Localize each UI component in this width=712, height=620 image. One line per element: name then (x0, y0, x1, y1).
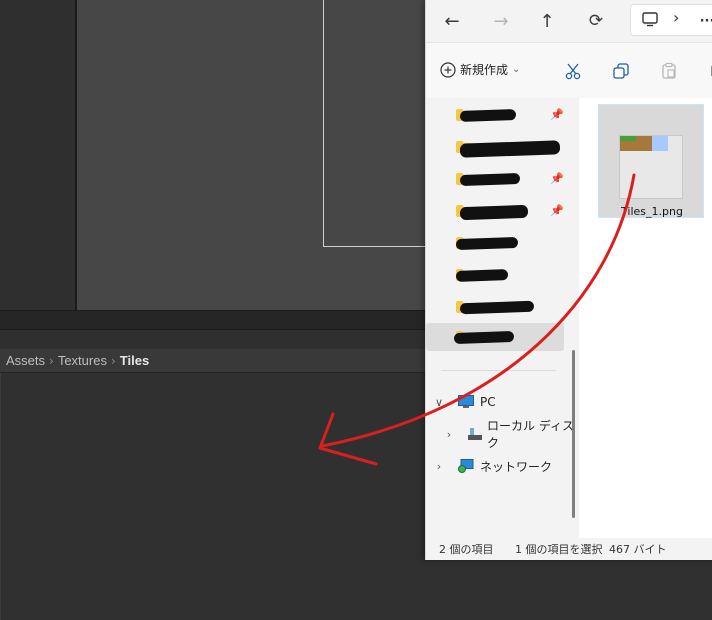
redaction-mark (453, 330, 515, 345)
more-icon[interactable]: ··· (692, 6, 712, 36)
back-arrow-icon[interactable]: ← (437, 6, 467, 36)
chevron-right-icon[interactable]: › (444, 428, 454, 441)
redaction-mark (459, 300, 535, 315)
new-plus-icon (440, 61, 456, 78)
redaction-mark (455, 269, 509, 282)
status-item-count: 2 個の項目 (439, 543, 494, 556)
tree-label-local-disk: ローカル ディスク (487, 419, 574, 450)
unity-hierarchy-panel (0, 0, 75, 310)
quick-access-item[interactable] (426, 133, 566, 161)
tile-grass (620, 136, 636, 141)
explorer-command-bar: 新規作成 ⌄ (426, 42, 712, 99)
network-icon (458, 459, 474, 473)
paste-icon[interactable] (657, 59, 681, 83)
file-thumbnail (619, 135, 683, 199)
forward-arrow-icon[interactable]: → (486, 6, 516, 36)
pin-icon: 📌 (550, 172, 564, 185)
refresh-icon[interactable]: ⟳ (581, 6, 611, 36)
status-selection: 1 個の項目を選択 (515, 543, 603, 556)
tree-item-network[interactable]: › ネットワーク (426, 454, 576, 478)
copy-icon[interactable] (609, 59, 633, 83)
chevron-down-icon[interactable]: ∨ (434, 396, 444, 409)
pin-icon: 📌 (550, 204, 564, 217)
tree-item-pc[interactable]: ∨ PC (426, 390, 576, 414)
rename-icon[interactable] (705, 59, 712, 83)
drive-icon (468, 428, 482, 440)
file-explorer-window: ← → ↑ ⟳ › ··· 新規作成 ⌄ (425, 0, 712, 560)
breadcrumb-separator-icon: › (110, 353, 116, 368)
view-icon (642, 12, 658, 27)
chevron-down-icon: ⌄ (512, 64, 521, 75)
chevron-right-icon[interactable]: › (434, 460, 444, 473)
chevron-right-icon[interactable]: › (673, 8, 679, 27)
file-item-selected[interactable]: Tiles_1.png (598, 104, 704, 218)
status-bar: 2 個の項目 1 個の項目を選択 467 バイト (426, 538, 712, 560)
breadcrumb-tiles[interactable]: Tiles (120, 353, 149, 368)
tree-item-local-disk[interactable]: › ローカル ディスク (426, 419, 576, 450)
tree-label-pc: PC (480, 395, 496, 409)
tile-sky (652, 136, 668, 151)
cut-icon[interactable] (561, 59, 585, 83)
redaction-mark (459, 204, 529, 221)
nav-divider (441, 370, 556, 371)
breadcrumb-separator-icon: › (49, 353, 54, 368)
quick-access-item[interactable] (426, 261, 566, 289)
breadcrumb-assets[interactable]: Assets (6, 353, 45, 368)
nav-pane-scrollbar[interactable] (572, 350, 575, 518)
pc-icon (458, 395, 474, 408)
file-list-area[interactable]: Tiles_1.png (579, 98, 712, 538)
new-button-label: 新規作成 (460, 63, 509, 77)
navigation-pane: 📌 📌 📌 ∨ PC › ローカル ディスク › ネットワーク (426, 98, 578, 538)
status-size: 467 バイト (609, 543, 667, 556)
breadcrumb-textures[interactable]: Textures (58, 353, 107, 368)
file-name-label: Tiles_1.png (621, 205, 683, 218)
up-arrow-icon[interactable]: ↑ (532, 6, 562, 36)
quick-access-item[interactable]: 📌 (426, 101, 566, 129)
explorer-nav-bar: ← → ↑ ⟳ › ··· (426, 0, 712, 42)
redaction-mark (459, 109, 517, 122)
quick-access-item[interactable]: 📌 (426, 165, 566, 193)
redaction-mark (455, 236, 519, 251)
redaction-mark (459, 140, 561, 158)
pin-icon: 📌 (550, 108, 564, 121)
quick-access-item[interactable] (426, 229, 566, 257)
quick-access-item[interactable] (426, 293, 566, 321)
redaction-mark (459, 172, 521, 187)
quick-access-item[interactable]: 📌 (426, 197, 566, 225)
tree-label-network: ネットワーク (480, 459, 553, 474)
new-button[interactable]: 新規作成 ⌄ (440, 61, 520, 78)
quick-access-item-selected[interactable] (426, 323, 564, 351)
